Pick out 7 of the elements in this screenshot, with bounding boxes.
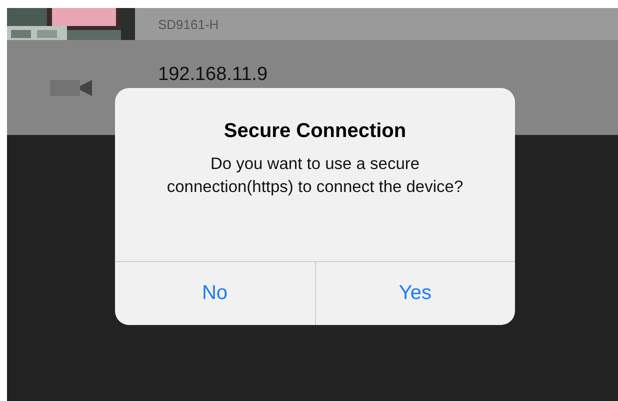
video-camera-icon (50, 78, 92, 96)
dialog-button[interactable]: No (115, 262, 314, 325)
device-name: SD9161-H (158, 16, 219, 32)
device-name: 192.168.11.9 (158, 64, 268, 86)
dialog-message: Do you want to use a secure connection(https) to connect the device? (166, 154, 464, 198)
device-row[interactable]: SD9161-H (7, 8, 618, 40)
dialog-button[interactable]: Yes (314, 262, 515, 325)
